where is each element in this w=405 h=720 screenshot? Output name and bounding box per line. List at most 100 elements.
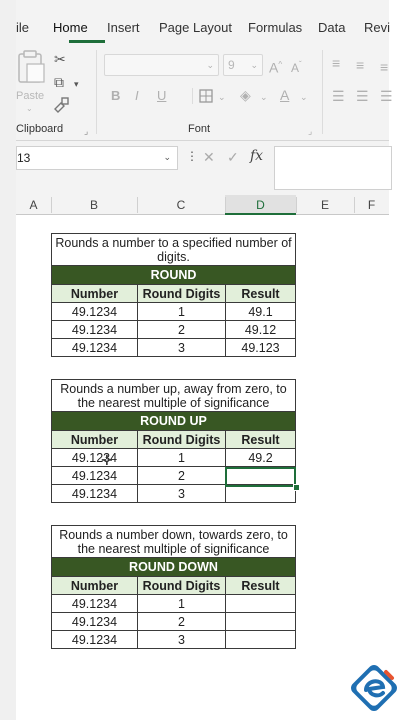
digits-cell[interactable]: 2 (137, 466, 226, 485)
tab-data[interactable]: Data (318, 20, 345, 35)
table-row: 49.1234 3 49.123 (51, 338, 296, 357)
number-cell[interactable]: 49.1234 (51, 612, 138, 631)
digits-cell[interactable]: 1 (137, 302, 226, 321)
font-group-label: Font (188, 123, 211, 135)
result-cell[interactable] (225, 594, 296, 613)
result-cell[interactable]: 49.1 (225, 302, 296, 321)
increase-font-icon[interactable]: A^ (269, 58, 282, 75)
header-cell[interactable]: Number (51, 284, 138, 303)
formula-input[interactable] (274, 146, 392, 190)
borders-icon[interactable] (199, 89, 213, 103)
column-divider (296, 197, 297, 213)
header-cell[interactable]: Result (225, 576, 296, 595)
cancel-formula-icon[interactable]: ✕ (203, 149, 215, 166)
column-header-b[interactable]: B (51, 195, 137, 215)
align-center-icon[interactable]: ☰ (356, 89, 369, 103)
fill-color-icon[interactable]: ◈ (240, 88, 251, 102)
align-left-icon[interactable]: ☰ (332, 89, 345, 103)
font-launcher-icon[interactable]: ⌟ (308, 124, 312, 138)
table-row: 49.1234 1 49.2 (51, 448, 296, 467)
digits-cell[interactable]: 1 (137, 594, 226, 613)
confirm-formula-icon[interactable]: ✓ (227, 149, 239, 166)
align-top-icon[interactable]: ≡ (332, 56, 340, 70)
number-cell[interactable]: 49.1234 (51, 302, 138, 321)
font-size-dropdown[interactable]: 9 ⌄ (223, 54, 263, 76)
fill-color-dropdown-icon[interactable]: ⌄ (260, 90, 268, 104)
number-cell[interactable]: 49.1234 (51, 320, 138, 339)
header-cell[interactable]: Result (225, 430, 296, 449)
result-cell[interactable]: 49.123 (225, 338, 296, 357)
tab-review[interactable]: Revi (364, 20, 390, 35)
column-header-f[interactable]: F (354, 195, 389, 215)
number-cell[interactable]: 49.1234 (51, 630, 138, 649)
column-header-a[interactable]: A (16, 195, 51, 215)
digits-cell[interactable]: 1 (137, 448, 226, 467)
clipboard-group-label: Clipboard (16, 123, 64, 135)
paste-button[interactable]: Paste ⌄ (16, 50, 50, 113)
header-cell[interactable]: Round Digits (137, 430, 226, 449)
header-cell[interactable]: Result (225, 284, 296, 303)
tab-home[interactable]: Home (53, 20, 88, 35)
result-cell[interactable]: 49.2 (225, 448, 296, 467)
column-header-c[interactable]: C (137, 195, 225, 215)
font-color-dropdown-icon[interactable]: ⌄ (300, 90, 308, 104)
clipboard-launcher-icon[interactable]: ⌟ (84, 124, 88, 138)
digits-cell[interactable]: 3 (137, 484, 226, 503)
table-row: 49.1234 3 (51, 630, 296, 649)
number-cell[interactable]: 49.1234 (51, 484, 138, 503)
underline-button[interactable]: U (157, 89, 166, 103)
column-header-e[interactable]: E (296, 195, 354, 215)
tab-file[interactable]: ile (16, 20, 29, 35)
paste-label: Paste (16, 90, 45, 102)
column-divider (225, 197, 226, 213)
digits-cell[interactable]: 2 (137, 612, 226, 631)
align-bottom-icon[interactable]: ≡ (380, 60, 388, 74)
fill-handle[interactable] (293, 484, 300, 491)
table-row: 49.1234 1 49.1 (51, 302, 296, 321)
result-cell[interactable] (225, 612, 296, 631)
cut-icon[interactable]: ✂ (54, 52, 66, 66)
result-cell[interactable] (225, 484, 296, 503)
number-cell[interactable]: 49.1234 (51, 448, 138, 467)
copy-icon[interactable]: ⧉ (54, 75, 64, 89)
table-description[interactable]: Rounds a number to a specified number of… (51, 233, 296, 266)
tab-insert[interactable]: Insert (107, 20, 140, 35)
decrease-font-icon[interactable]: Aˇ (291, 58, 302, 75)
channel-logo-icon (351, 665, 397, 711)
formula-bar-more-icon[interactable]: ⋮ (186, 149, 198, 163)
number-cell[interactable]: 49.1234 (51, 594, 138, 613)
name-box[interactable]: 13 ⌄ (16, 146, 178, 170)
number-cell[interactable]: 49.1234 (51, 466, 138, 485)
borders-dropdown-icon[interactable]: ⌄ (218, 90, 226, 104)
header-cell[interactable]: Round Digits (137, 284, 226, 303)
table-title[interactable]: ROUND (51, 265, 296, 285)
name-box-value: 13 (17, 151, 31, 165)
number-cell[interactable]: 49.1234 (51, 338, 138, 357)
insert-function-icon[interactable]: fx (250, 148, 263, 164)
digits-cell[interactable]: 3 (137, 630, 226, 649)
font-color-button[interactable]: A (280, 88, 289, 102)
align-middle-icon[interactable]: ≡ (356, 58, 364, 72)
format-painter-icon[interactable] (53, 97, 69, 113)
italic-button[interactable]: I (135, 89, 139, 103)
table-title[interactable]: ROUND DOWN (51, 557, 296, 577)
table-title[interactable]: ROUND UP (51, 411, 296, 431)
header-cell[interactable]: Number (51, 576, 138, 595)
font-name-dropdown[interactable]: ⌄ (104, 54, 219, 76)
copy-dropdown-icon[interactable]: ▾ (74, 77, 79, 91)
column-header-d[interactable]: D (225, 195, 296, 215)
digits-cell[interactable]: 2 (137, 320, 226, 339)
table-description[interactable]: Rounds a number up, away from zero, to t… (51, 379, 296, 412)
table-description[interactable]: Rounds a number down, towards zero, to t… (51, 525, 296, 558)
result-cell[interactable] (225, 630, 296, 649)
tab-formulas[interactable]: Formulas (248, 20, 302, 35)
digits-cell[interactable]: 3 (137, 338, 226, 357)
result-cell[interactable]: 49.12 (225, 320, 296, 339)
active-cell-selection[interactable] (225, 467, 296, 487)
header-cell[interactable]: Round Digits (137, 576, 226, 595)
header-cell[interactable]: Number (51, 430, 138, 449)
tab-page-layout[interactable]: Page Layout (159, 20, 232, 35)
bold-button[interactable]: B (111, 89, 120, 103)
align-right-icon[interactable]: ☰ (380, 89, 393, 103)
name-box-dropdown-icon[interactable]: ⌄ (163, 152, 171, 163)
